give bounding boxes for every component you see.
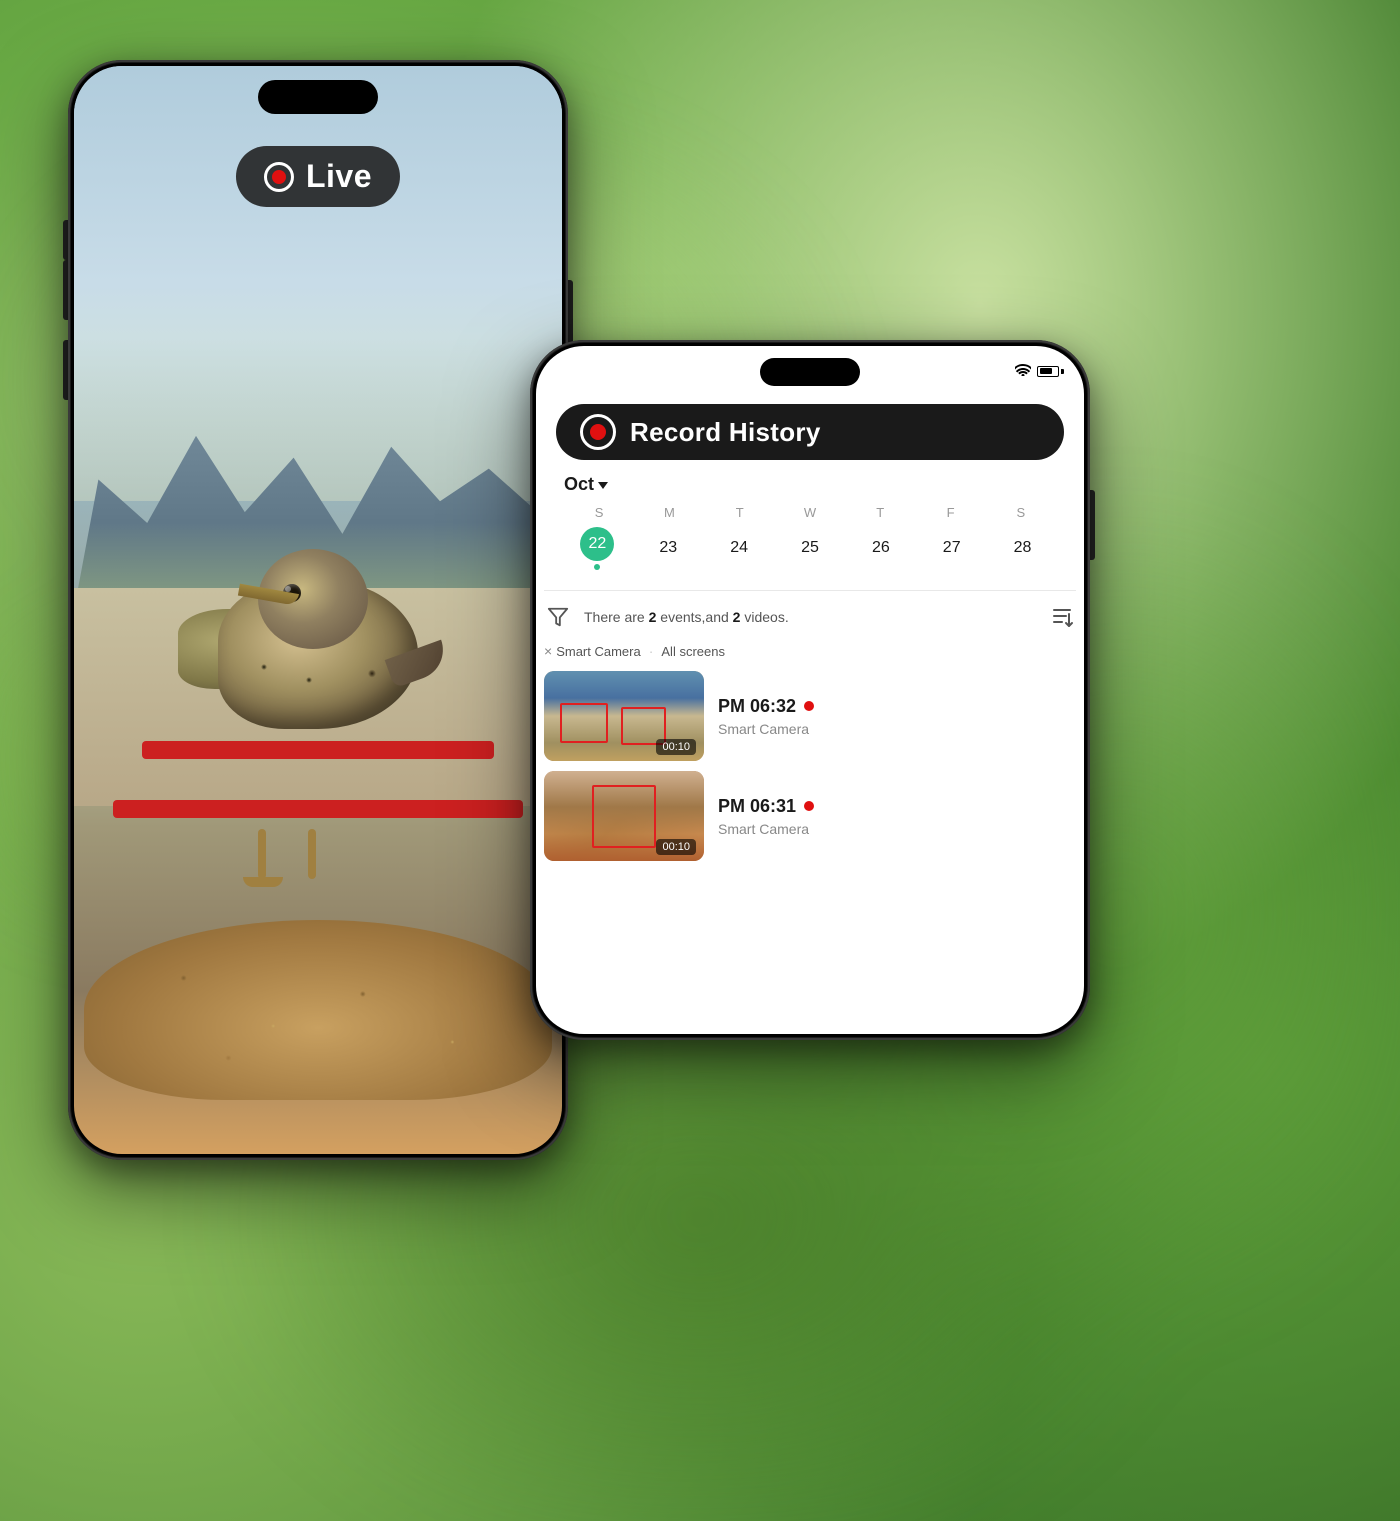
day-label-s2: S [986,505,1056,520]
phone-left: Live [68,60,568,1160]
event-dot-2 [804,801,814,811]
cal-date-28[interactable]: 28 [989,526,1056,570]
filter-icon[interactable] [544,603,572,631]
phone-right-frame: Record History Oct S M T W [530,340,1090,1040]
cal-date-num-27: 27 [935,531,969,565]
video-camera-1: Smart Camera [718,721,1076,737]
phone-right-screen: Record History Oct S M T W [536,346,1084,1034]
cal-event-dot-22 [594,564,600,570]
day-label-t1: T [705,505,775,520]
detect-box-1a [560,703,608,744]
video-item-1[interactable]: 00:10 PM 06:32 Smart Camera [544,671,1076,761]
filter-bar: There are 2 events,and 2 videos. [536,591,1084,643]
cal-date-25[interactable]: 25 [777,526,844,570]
cal-date-num-22: 22 [580,527,614,561]
live-circle-inner [272,170,286,184]
video-camera-2: Smart Camera [718,821,1076,837]
video-list: 00:10 PM 06:32 Smart Camera [536,671,1084,861]
sort-icon[interactable] [1048,603,1076,631]
day-label-w: W [775,505,845,520]
live-circle-icon [264,162,294,192]
duration-badge-1: 00:10 [656,739,696,755]
right-phone-power-button[interactable] [1090,490,1095,560]
video-info-1: PM 06:32 Smart Camera [718,696,1076,737]
duration-badge-2: 00:10 [656,839,696,855]
cal-date-27[interactable]: 27 [918,526,985,570]
video-thumb-1[interactable]: 00:10 [544,671,704,761]
cal-date-num-26: 26 [864,531,898,565]
tag-screen-label: All screens [661,644,725,659]
video-info-2: PM 06:31 Smart Camera [718,796,1076,837]
cal-date-22[interactable]: 22 [564,526,631,570]
status-icons [1015,364,1064,379]
filter-prefix: There are [584,609,645,625]
video-time-2: PM 06:31 [718,796,1076,817]
bird-head [258,549,368,649]
bird-leg-left [258,829,266,879]
video-count: 2 [733,609,741,625]
live-screen: Live [74,66,562,1154]
cal-date-num-25: 25 [793,531,827,565]
calendar-dates: 22 23 24 25 [564,526,1056,570]
tags-bar: × Smart Camera · All screens [536,643,1084,671]
phone-left-frame: Live [68,60,568,1160]
cal-date-num-28: 28 [1006,531,1040,565]
live-label: Live [306,158,372,195]
detect-box-2a [592,785,656,848]
history-screen: Record History Oct S M T W [536,346,1084,1034]
filter-suffix: videos. [744,609,788,625]
cal-date-num-24: 24 [722,531,756,565]
video-time-1: PM 06:32 [718,696,1076,717]
cal-date-26[interactable]: 26 [847,526,914,570]
dynamic-island-left [258,80,378,114]
title-bar: Record History [556,404,1064,460]
dynamic-island-right [760,358,860,386]
month-selector[interactable]: Oct [556,474,1064,505]
video-time-text-1: PM 06:32 [718,696,796,717]
tag-camera[interactable]: × Smart Camera [544,643,641,659]
day-label-s1: S [564,505,634,520]
calendar: S M T W T F S 22 [556,505,1064,580]
video-item-2[interactable]: 00:10 PM 06:31 Smart Camera [544,771,1076,861]
cal-date-24[interactable]: 24 [706,526,773,570]
month-label: Oct [564,474,594,495]
tag-separator: · [649,643,654,659]
video-thumb-2[interactable]: 00:10 [544,771,704,861]
record-dot [590,424,606,440]
bird-leg-right [308,829,316,879]
event-dot-1 [804,701,814,711]
tag-screen[interactable]: All screens [661,644,725,659]
page-title: Record History [630,417,821,448]
phone-left-screen: Live [74,66,562,1154]
month-dropdown-arrow [598,482,608,489]
video-time-text-2: PM 06:31 [718,796,796,817]
filter-mid: events,and [660,609,729,625]
cal-date-num-23: 23 [651,531,685,565]
day-label-m: M [634,505,704,520]
tag-camera-label: Smart Camera [556,644,641,659]
filter-text: There are 2 events,and 2 videos. [584,609,1036,625]
record-icon [580,414,616,450]
history-header: Record History Oct S M T W [536,396,1084,590]
calendar-day-headers: S M T W T F S [564,505,1056,520]
live-badge[interactable]: Live [236,146,400,207]
battery-icon [1037,366,1064,377]
day-label-t2: T [845,505,915,520]
event-count: 2 [649,609,657,625]
feeder-seeds [84,920,553,1100]
wifi-icon [1015,364,1031,379]
phone-right: Record History Oct S M T W [530,340,1090,1040]
day-label-f: F [915,505,985,520]
tag-camera-close[interactable]: × [544,643,552,659]
bird [168,549,468,849]
cal-date-23[interactable]: 23 [635,526,702,570]
